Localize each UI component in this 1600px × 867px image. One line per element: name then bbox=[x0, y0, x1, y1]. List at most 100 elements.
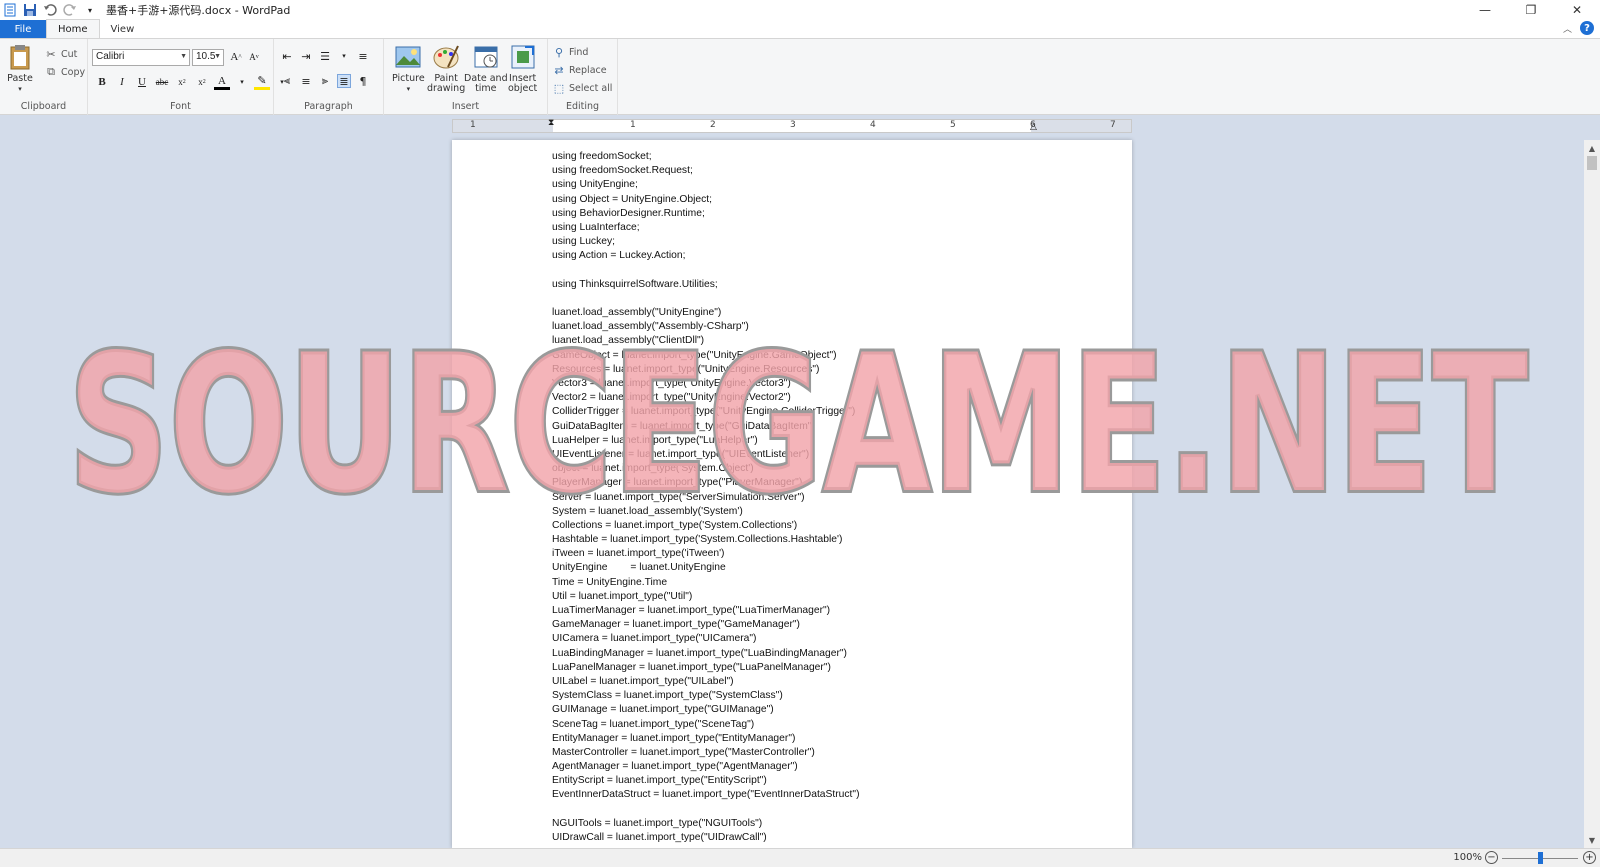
document-line: using UnityEngine; bbox=[552, 179, 638, 191]
date-time-label-2: time bbox=[475, 83, 497, 94]
save-icon[interactable] bbox=[22, 2, 38, 18]
document-line: iTween = luanet.import_type('iTween') bbox=[552, 548, 725, 560]
scroll-up-icon[interactable]: ▲ bbox=[1584, 140, 1600, 156]
document-line: UICamera = luanet.import_type("UICamera"… bbox=[552, 633, 757, 645]
calendar-icon bbox=[474, 46, 498, 68]
ruler-number: 7 bbox=[1110, 120, 1116, 130]
font-size-select[interactable]: 10.5 ▼ bbox=[192, 49, 224, 66]
copy-label: Copy bbox=[61, 66, 86, 78]
document-line: using Luckey; bbox=[552, 236, 615, 248]
ribbon-tabs: File Home View ︿ ? bbox=[0, 19, 1600, 38]
indent-marker-icon[interactable]: ⧗ bbox=[548, 118, 554, 128]
document-line: Util = luanet.import_type("Util") bbox=[552, 590, 693, 602]
minimize-ribbon-icon[interactable]: ︿ bbox=[1563, 22, 1572, 35]
underline-icon[interactable]: U bbox=[134, 74, 150, 90]
ruler-number: 1 bbox=[470, 120, 476, 130]
document-line: EventInnerDataStruct = luanet.import_typ… bbox=[552, 789, 860, 801]
paste-icon bbox=[10, 45, 30, 70]
insert-object-button[interactable]: Insert object bbox=[508, 43, 537, 94]
decrease-indent-icon[interactable]: ⇤ bbox=[280, 49, 294, 63]
paint-drawing-button[interactable]: Paint drawing bbox=[427, 43, 465, 94]
clipboard-group: Paste ▾ ✂ Cut ⧉ Copy Clipboard bbox=[0, 39, 88, 115]
italic-icon[interactable]: I bbox=[114, 74, 130, 90]
date-time-button[interactable]: Date and time bbox=[464, 43, 508, 94]
font-family-select[interactable]: Calibri ▼ bbox=[92, 49, 190, 66]
document-line: Time = UnityEngine.Time bbox=[552, 576, 668, 588]
justify-icon[interactable]: ≣ bbox=[337, 74, 351, 88]
line-spacing-icon[interactable]: ≡ bbox=[356, 49, 370, 63]
document-line: using Action = Luckey.Action; bbox=[552, 250, 686, 262]
minimize-button[interactable]: — bbox=[1462, 0, 1508, 20]
ribbon: Paste ▾ ✂ Cut ⧉ Copy Clipboard Calibri ▼… bbox=[0, 38, 1600, 115]
document-line: LuaTimerManager = luanet.import_type("Lu… bbox=[552, 605, 831, 616]
ruler-number: 3 bbox=[790, 120, 796, 130]
align-center-icon[interactable]: ≡ bbox=[299, 74, 313, 88]
copy-button[interactable]: ⧉ Copy bbox=[44, 65, 85, 79]
document-line: LuaHelper = luanet.import_type("LuaHelpe… bbox=[552, 434, 758, 446]
document-line: UIDrawCall = luanet.import_type("UIDrawC… bbox=[552, 832, 767, 843]
cut-button[interactable]: ✂ Cut bbox=[44, 47, 77, 61]
paragraph-settings-icon[interactable]: ¶ bbox=[356, 74, 370, 88]
select-all-icon: ⬚ bbox=[553, 81, 565, 95]
document-line: Vector2 = luanet.import_type("UnityEngin… bbox=[552, 392, 791, 404]
select-all-button[interactable]: ⬚ Select all bbox=[552, 81, 613, 95]
chevron-down-icon[interactable]: ▾ bbox=[337, 49, 351, 63]
editing-group-label: Editing bbox=[565, 101, 600, 112]
document-line: Vector3 = luanet.import_type("UnityEngin… bbox=[552, 378, 791, 389]
document-line: GameObject = luanet.import_type("UnityEn… bbox=[552, 349, 837, 361]
align-right-icon[interactable]: ⫸ bbox=[318, 74, 332, 88]
right-indent-marker-icon[interactable]: △ bbox=[1030, 122, 1037, 132]
shrink-font-icon[interactable]: Av bbox=[246, 49, 262, 65]
bullet-list-icon[interactable]: ☰ bbox=[318, 49, 332, 63]
bold-icon[interactable]: B bbox=[94, 74, 110, 90]
tab-view[interactable]: View bbox=[100, 20, 146, 38]
replace-label: Replace bbox=[569, 64, 607, 76]
window-title: 墨香+手游+源代码.docx - WordPad bbox=[106, 4, 291, 17]
ruler-right-margin bbox=[1031, 120, 1131, 132]
customize-toolbar-icon[interactable]: ▾ bbox=[82, 2, 98, 18]
tab-file[interactable]: File bbox=[0, 20, 46, 38]
zoom-in-icon[interactable]: + bbox=[1583, 851, 1596, 864]
increase-indent-icon[interactable]: ⇥ bbox=[299, 49, 313, 63]
text-color-icon[interactable]: A bbox=[214, 74, 230, 90]
document-line: UILabel = luanet.import_type("UILabel") bbox=[552, 675, 734, 687]
zoom-level: 100% bbox=[1453, 852, 1482, 863]
document-line: LuaPanelManager = luanet.import_type("Lu… bbox=[552, 661, 831, 673]
zoom-out-icon[interactable]: − bbox=[1485, 851, 1498, 864]
maximize-button[interactable]: ❐ bbox=[1508, 0, 1554, 20]
document-text[interactable]: using freedomSocket; using freedomSocket.… bbox=[552, 150, 860, 845]
clipboard-group-label: Clipboard bbox=[20, 101, 67, 112]
scissors-icon: ✂ bbox=[46, 47, 56, 61]
align-left-icon[interactable]: ⫷ bbox=[280, 74, 294, 88]
insert-picture-button[interactable]: Picture ▾ bbox=[392, 43, 425, 94]
redo-icon[interactable] bbox=[62, 2, 78, 18]
document-page[interactable]: using freedomSocket; using freedomSocket.… bbox=[452, 140, 1132, 848]
vertical-scrollbar[interactable]: ▲ ▼ bbox=[1584, 140, 1600, 848]
highlight-icon[interactable]: ✎ bbox=[254, 74, 270, 90]
subscript-icon[interactable]: x2 bbox=[174, 74, 190, 90]
strikethrough-icon[interactable]: abc bbox=[154, 74, 170, 90]
document-line: Server = luanet.import_type("ServerSimul… bbox=[552, 491, 805, 503]
paste-button[interactable]: Paste ▾ bbox=[6, 43, 34, 94]
zoom-slider-thumb[interactable] bbox=[1538, 852, 1543, 864]
scroll-thumb[interactable] bbox=[1587, 156, 1597, 170]
ruler-number: 4 bbox=[870, 120, 876, 130]
chevron-down-icon[interactable]: ▾ bbox=[234, 74, 250, 90]
help-icon[interactable]: ? bbox=[1580, 21, 1594, 35]
undo-icon[interactable] bbox=[42, 2, 58, 18]
font-group-label: Font bbox=[170, 101, 191, 112]
paragraph-group: ⇤ ⇥ ☰ ▾ ≡ ⫷ ≡ ⫸ ≣ ¶ Paragraph bbox=[274, 39, 384, 115]
ruler[interactable]: 1 1 2 3 4 5 6 7 ⧗ △ bbox=[452, 118, 1132, 133]
superscript-icon[interactable]: x2 bbox=[194, 74, 210, 90]
find-button[interactable]: ⚲ Find bbox=[552, 45, 589, 59]
wordpad-app-icon[interactable] bbox=[2, 2, 18, 18]
document-line: luanet.load_assembly("ClientDll") bbox=[552, 335, 705, 347]
document-line: using freedomSocket; bbox=[552, 151, 652, 162]
close-button[interactable]: ✕ bbox=[1554, 0, 1600, 20]
document-line: Hashtable = luanet.import_type('System.C… bbox=[552, 534, 843, 546]
scroll-down-icon[interactable]: ▼ bbox=[1584, 832, 1600, 848]
grow-font-icon[interactable]: A ^ bbox=[228, 49, 244, 65]
replace-button[interactable]: ⇄ Replace bbox=[552, 63, 607, 77]
tab-home[interactable]: Home bbox=[46, 19, 100, 38]
